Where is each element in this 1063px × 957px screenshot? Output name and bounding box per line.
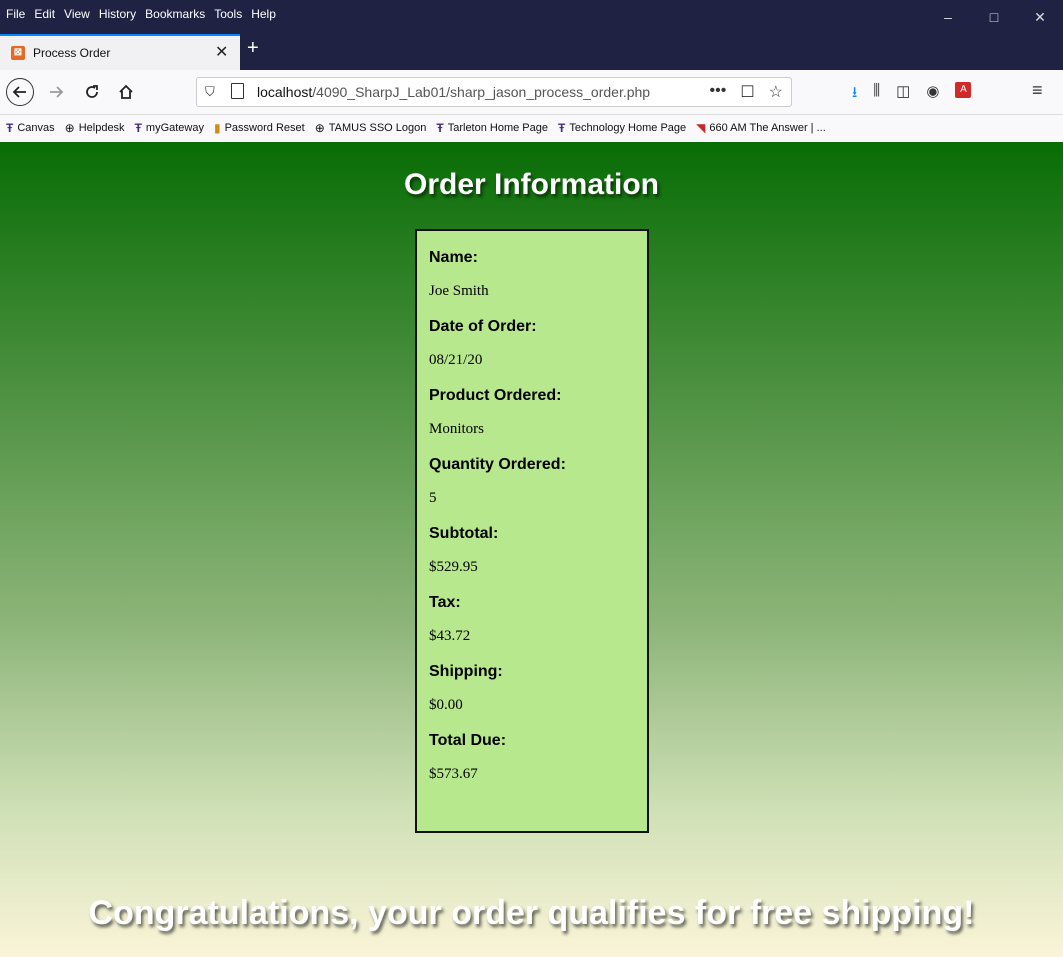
tax-value: $43.72 (429, 628, 471, 644)
date-value: 08/21/20 (429, 352, 483, 368)
menu-edit[interactable]: Edit (34, 7, 55, 21)
subtotal-label: Subtotal: (429, 525, 499, 542)
reload-button[interactable] (78, 78, 106, 106)
url-text[interactable]: localhost/4090_SharpJ_Lab01/sharp_jason_… (257, 84, 650, 100)
download-icon[interactable]: ⭳ (852, 82, 857, 107)
shipping-label: Shipping: (429, 663, 503, 680)
date-label: Date of Order: (429, 318, 537, 335)
menu-tools[interactable]: Tools (214, 7, 242, 21)
subtotal-value: $529.95 (429, 559, 478, 575)
forward-arrow-icon (50, 86, 64, 98)
bookmark-technology-home[interactable]: Ŧ Technology Home Page (558, 121, 686, 135)
menu-view[interactable]: View (64, 7, 90, 21)
globe-icon: ⊕ (314, 121, 325, 135)
free-shipping-message: Congratulations, your order qualifies fo… (88, 894, 975, 932)
total-due-value: $573.67 (429, 766, 478, 782)
back-button[interactable] (6, 78, 34, 106)
bookmark-tamus-sso[interactable]: ⊕ TAMUS SSO Logon (315, 121, 427, 135)
browser-window: File Edit View History Bookmarks Tools H… (0, 0, 1063, 957)
back-arrow-icon (12, 86, 26, 98)
name-value: Joe Smith (429, 283, 489, 299)
name-label: Name: (429, 249, 478, 266)
library-icon[interactable]: ⫼ (873, 82, 880, 107)
xampp-icon: ⊠ (11, 46, 25, 60)
bookmark-660am[interactable]: ◥ 660 AM The Answer | ... (696, 121, 826, 135)
tarleton-icon: Ŧ (134, 121, 142, 135)
bookmark-star-icon[interactable]: ☆ (769, 82, 783, 102)
sidebar-icon[interactable]: ◫ (896, 82, 910, 107)
quantity-label: Quantity Ordered: (429, 456, 566, 473)
tab-close-icon[interactable]: ✕ (215, 42, 228, 62)
home-icon (119, 84, 133, 99)
close-window-button[interactable]: ✕ (1017, 0, 1063, 34)
pdf-icon[interactable]: A (955, 82, 972, 98)
account-icon[interactable]: ◉ (926, 82, 939, 107)
globe-icon: ⊕ (64, 121, 75, 135)
menu-bookmarks[interactable]: Bookmarks (145, 7, 205, 21)
tarleton-icon: Ŧ (436, 121, 444, 135)
menu-history[interactable]: History (99, 7, 136, 21)
page-icon[interactable] (231, 83, 244, 99)
menu-help[interactable]: Help (251, 7, 276, 21)
tab-title: Process Order (33, 46, 111, 60)
minimize-button[interactable]: – (925, 0, 971, 34)
bookmarks-bar: Ŧ Canvas ⊕ Helpdesk ŦmyGateway ▮ Password R… (0, 115, 1063, 143)
shield-icon[interactable]: ⛉ (205, 84, 215, 100)
new-tab-button[interactable]: + (247, 38, 259, 58)
bookmark-password-reset[interactable]: ▮ Password Reset (214, 121, 305, 135)
page-actions-icon[interactable]: ••• (710, 82, 727, 102)
nav-bar: ⛉ localhost/4090_SharpJ_Lab01/sharp_jaso… (0, 70, 1063, 115)
order-info-card: Name: Joe Smith Date of Order: 08/21/20 … (415, 229, 649, 833)
lock-icon: ▮ (213, 121, 221, 135)
radio-icon: ◥ (696, 121, 706, 135)
tax-label: Tax: (429, 594, 461, 611)
tab-process-order[interactable]: ⊠ Process Order ✕ (0, 34, 240, 70)
reload-icon (86, 85, 98, 98)
total-due-label: Total Due: (429, 732, 507, 749)
tarleton-icon: Ŧ (6, 121, 14, 135)
product-label: Product Ordered: (429, 387, 562, 404)
forward-button[interactable] (42, 78, 70, 106)
bookmark-canvas[interactable]: Ŧ Canvas (6, 121, 55, 135)
page-title: Order Information (403, 168, 659, 201)
shipping-value: $0.00 (429, 697, 463, 713)
product-value: Monitors (429, 421, 485, 437)
menu-bar: File Edit View History Bookmarks Tools H… (0, 0, 1063, 34)
quantity-value: 5 (429, 490, 437, 506)
hamburger-menu-icon[interactable]: ≡ (1032, 80, 1043, 101)
tab-bar: ⊠ Process Order ✕ (0, 34, 1063, 70)
bookmark-tarleton-home[interactable]: Ŧ Tarleton Home Page (436, 121, 548, 135)
home-button[interactable] (112, 78, 140, 106)
bookmark-helpdesk[interactable]: ⊕ Helpdesk (65, 121, 125, 135)
url-bar[interactable]: ⛉ localhost/4090_SharpJ_Lab01/sharp_jaso… (196, 77, 792, 107)
page-content: Order Information Name: Joe Smith Date o… (0, 142, 1063, 957)
menu-file[interactable]: File (6, 7, 25, 21)
maximize-button[interactable]: □ (971, 0, 1017, 34)
pocket-icon[interactable]: ☐ (740, 82, 754, 102)
tarleton-icon: Ŧ (558, 121, 566, 135)
bookmark-mygateway[interactable]: ŦmyGateway (135, 121, 204, 135)
